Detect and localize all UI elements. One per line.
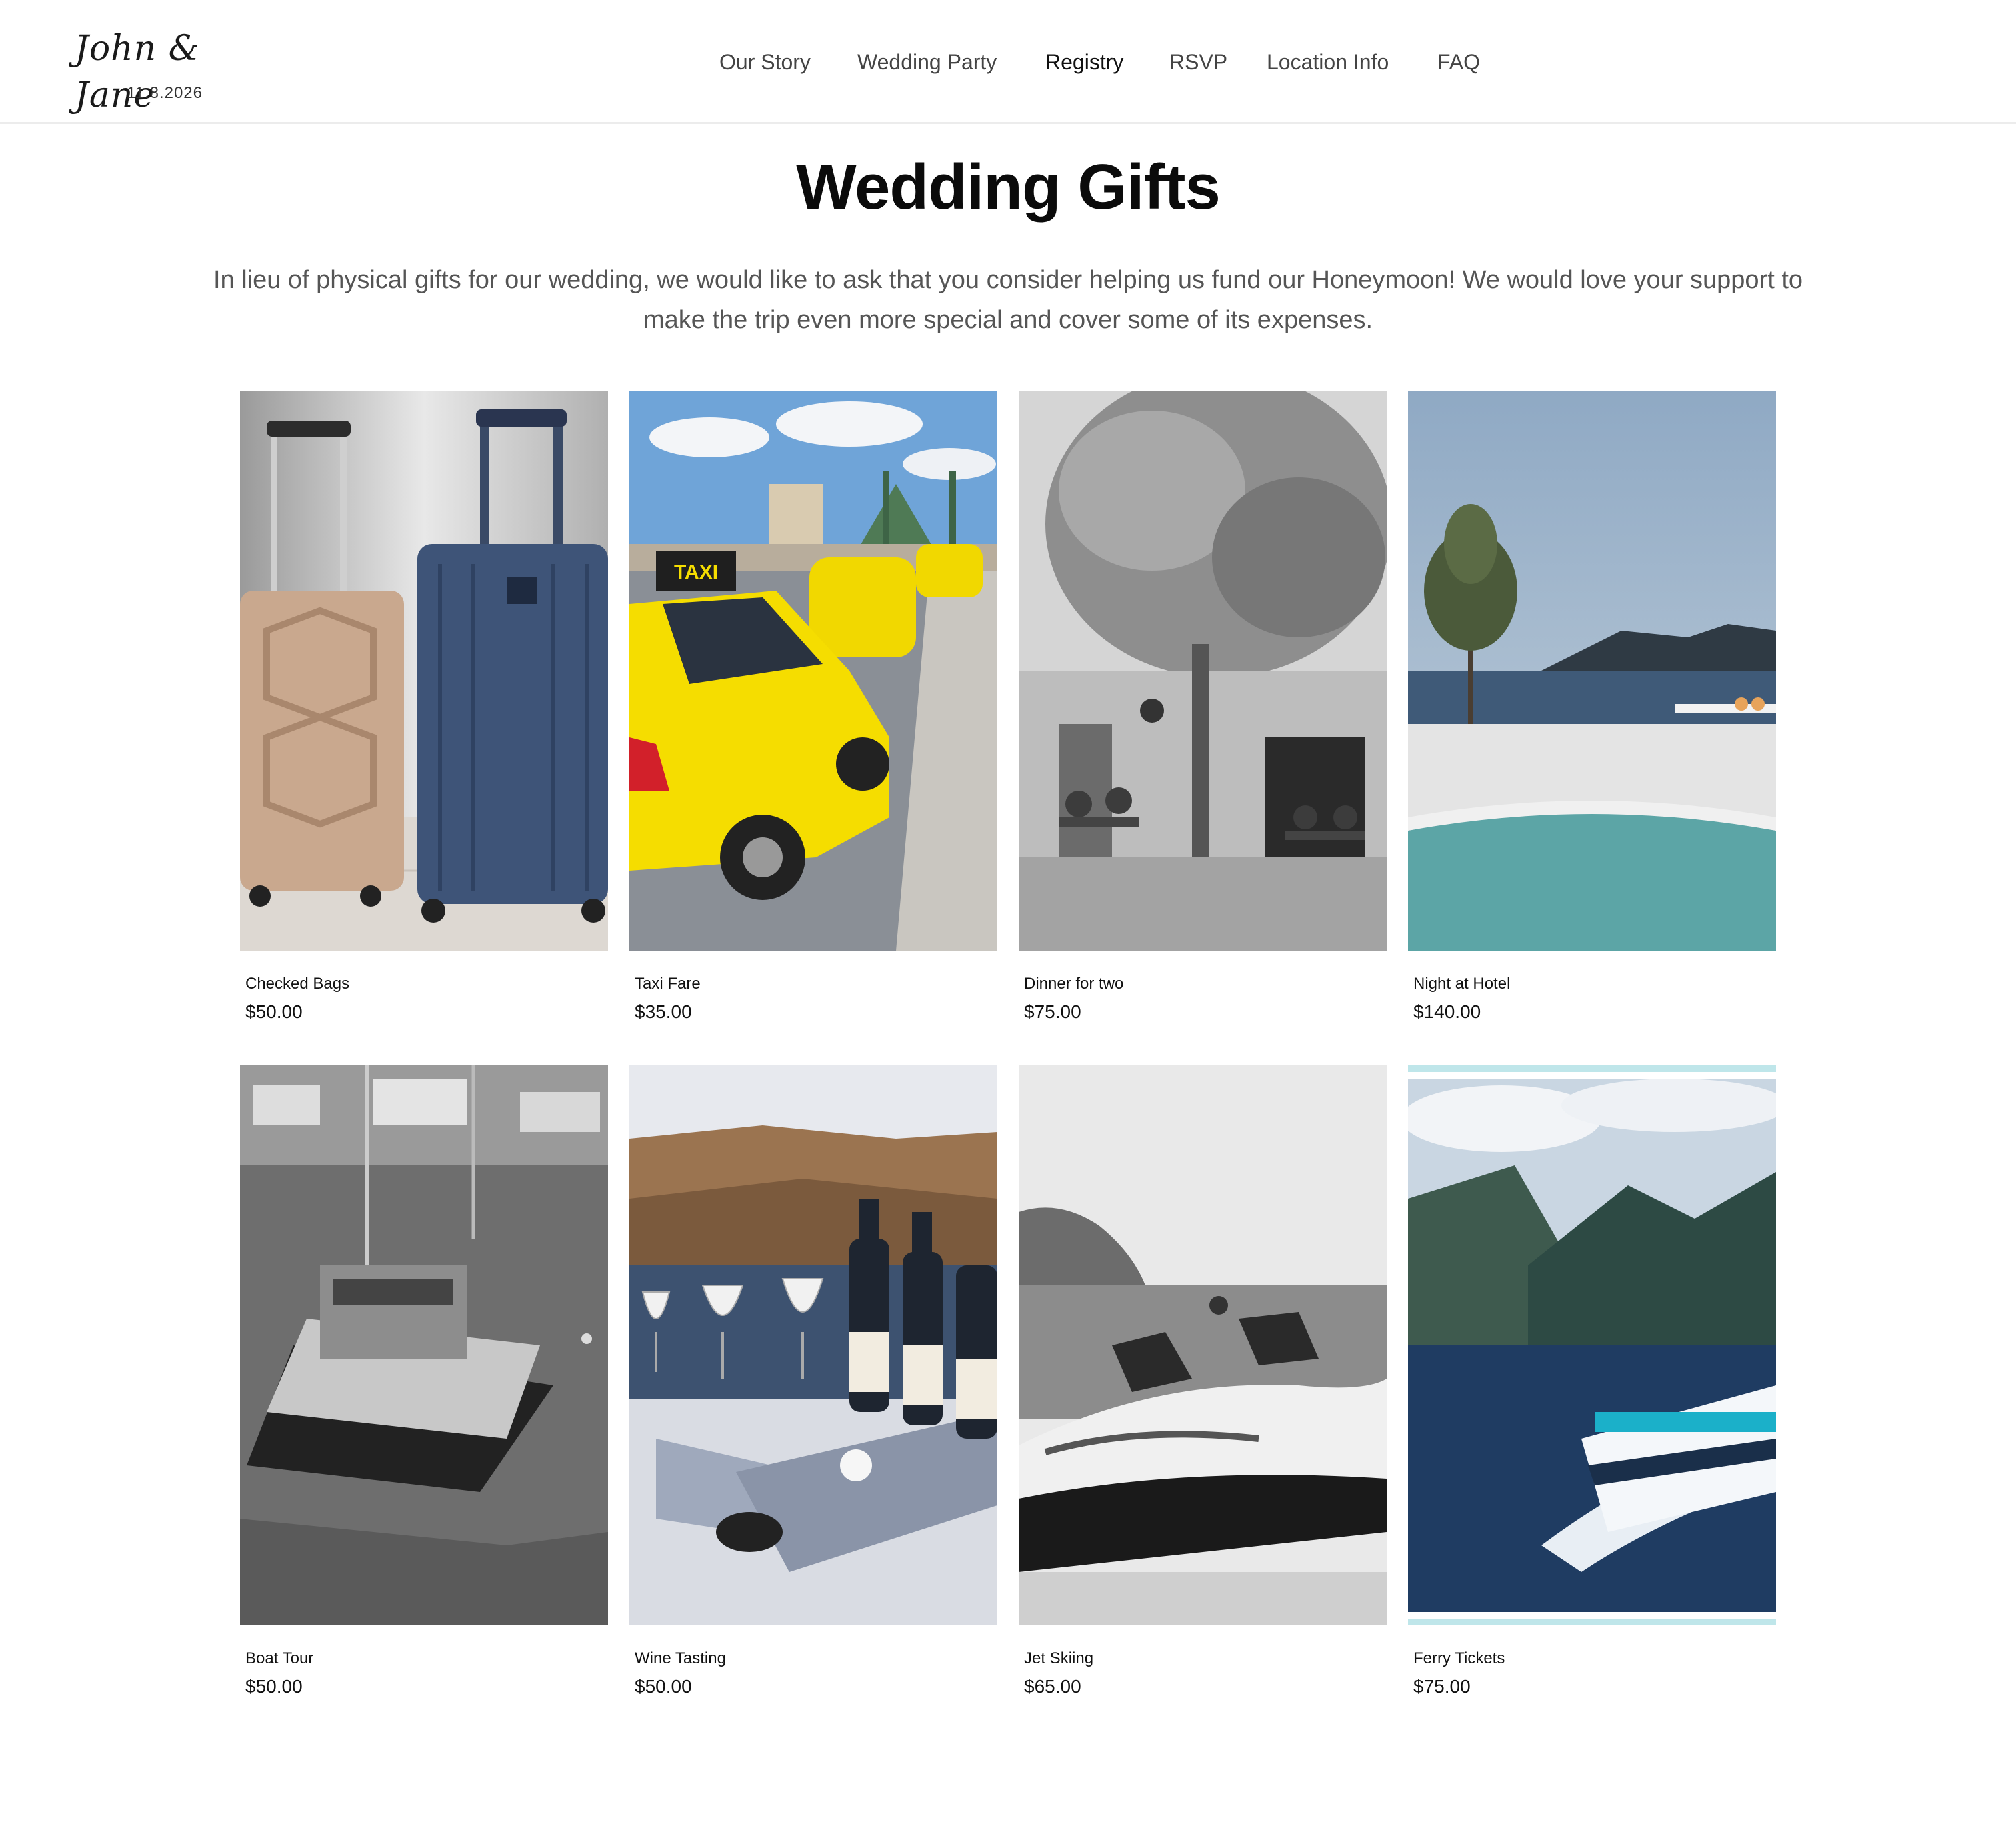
gift-price: $50.00 xyxy=(635,1676,692,1697)
gift-image-boat[interactable] xyxy=(240,1065,608,1625)
gift-name: Dinner for two xyxy=(1024,975,1124,993)
page-title: Wedding Gifts xyxy=(796,151,1221,223)
gift-price: $50.00 xyxy=(245,1676,303,1697)
gift-name: Checked Bags xyxy=(245,975,350,993)
gift-image-wine[interactable] xyxy=(629,1065,997,1625)
gift-price: $65.00 xyxy=(1024,1676,1081,1697)
nav-our-story[interactable]: Our Story xyxy=(719,45,811,79)
logo-wedding-date: 11.8.2026 xyxy=(127,84,203,102)
gift-name: Wine Tasting xyxy=(635,1649,726,1667)
gift-price: $140.00 xyxy=(1413,1001,1481,1022)
main-nav: Our Story Wedding Party Registry RSVP Lo… xyxy=(0,45,2016,79)
gift-price: $50.00 xyxy=(245,1001,303,1022)
nav-registry[interactable]: Registry xyxy=(1045,45,1123,79)
gift-price: $35.00 xyxy=(635,1001,692,1022)
nav-rsvp[interactable]: RSVP xyxy=(1169,45,1227,79)
gift-image-taxi[interactable]: TAXI xyxy=(629,391,997,951)
gift-image-luggage[interactable] xyxy=(240,391,608,951)
gift-price: $75.00 xyxy=(1024,1001,1081,1022)
gift-image-jet-ski[interactable] xyxy=(1019,1065,1387,1625)
site-header: John & Jane 11.8.2026 Our Story Wedding … xyxy=(0,0,2016,124)
svg-text:TAXI: TAXI xyxy=(674,561,718,583)
nav-location-info[interactable]: Location Info xyxy=(1267,45,1389,79)
gift-price: $75.00 xyxy=(1413,1676,1471,1697)
gift-name: Night at Hotel xyxy=(1413,975,1511,993)
gift-image-restaurant[interactable] xyxy=(1019,391,1387,951)
page-intro: In lieu of physical gifts for our weddin… xyxy=(213,266,1803,334)
gift-name: Ferry Tickets xyxy=(1413,1649,1505,1667)
gift-image-hotel-pool[interactable] xyxy=(1408,391,1776,951)
nav-faq[interactable]: FAQ xyxy=(1437,45,1480,79)
gift-name: Boat Tour xyxy=(245,1649,314,1667)
nav-wedding-party[interactable]: Wedding Party xyxy=(857,45,997,79)
gift-image-ferry[interactable] xyxy=(1408,1065,1776,1625)
gift-name: Taxi Fare xyxy=(635,975,701,993)
gift-name: Jet Skiing xyxy=(1024,1649,1094,1667)
